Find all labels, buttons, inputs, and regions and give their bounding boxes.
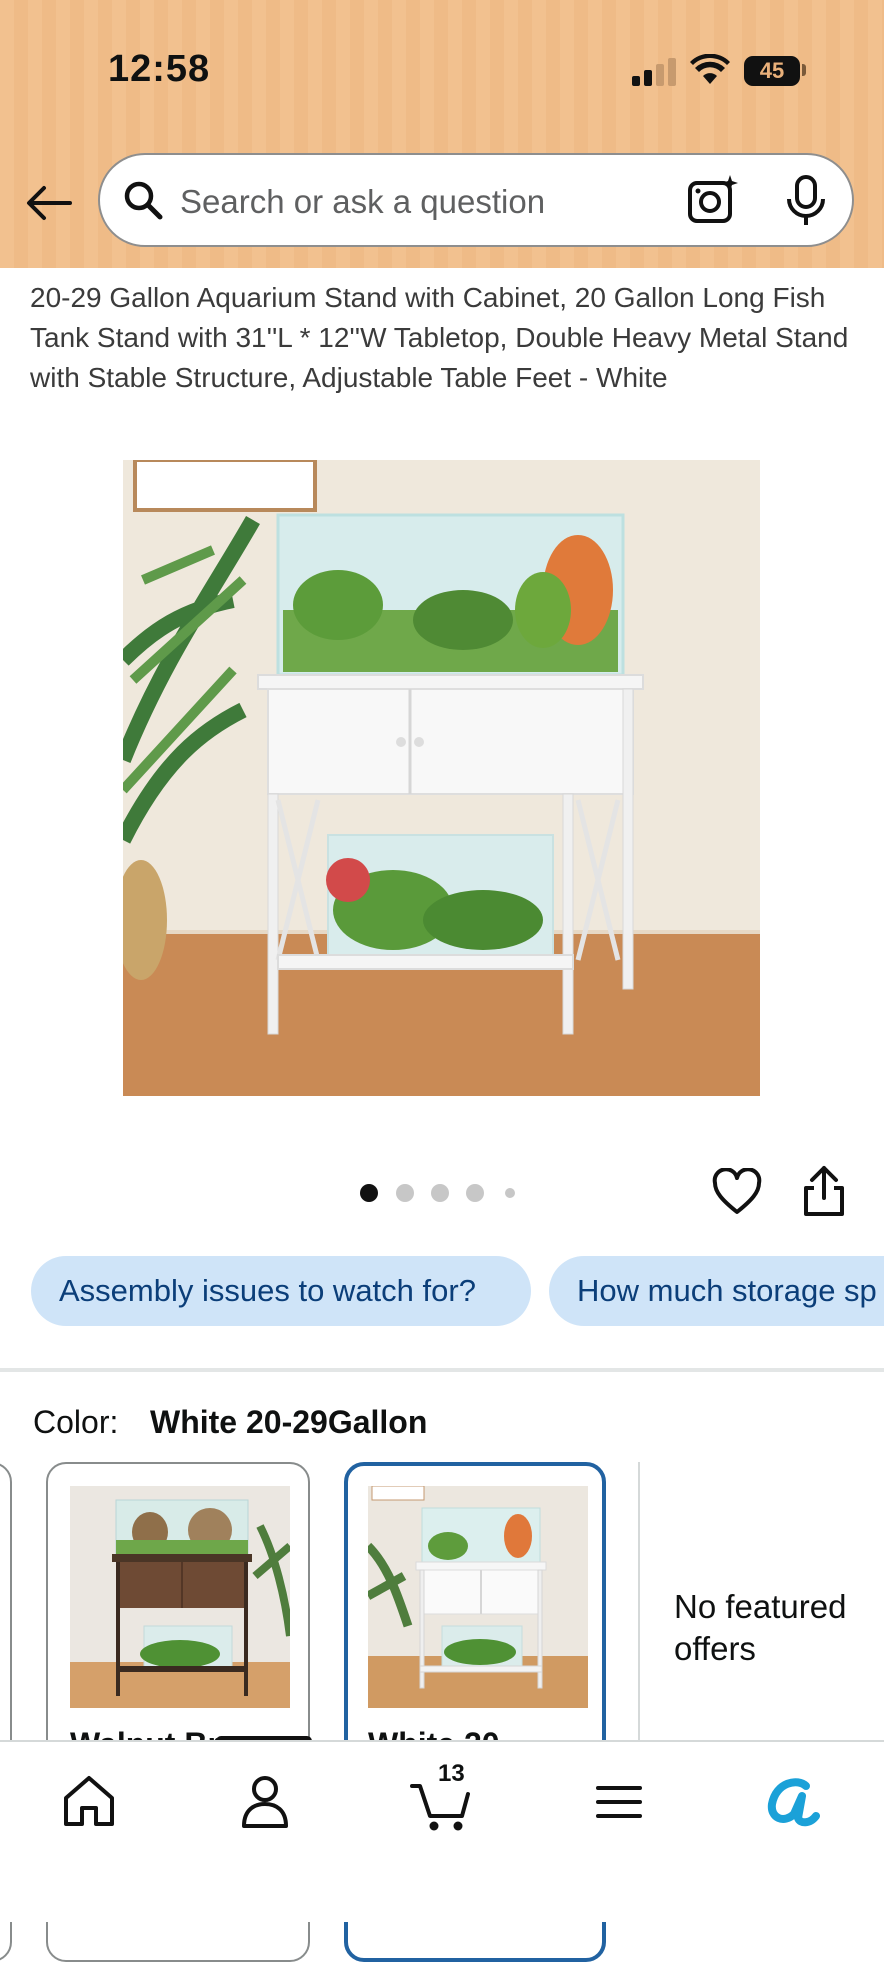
- suggested-questions: Assembly issues to watch for? How much s…: [0, 1256, 884, 1326]
- product-image[interactable]: [123, 460, 760, 1096]
- wifi-icon: [690, 54, 730, 84]
- search-bar[interactable]: [98, 153, 854, 247]
- carousel-dot[interactable]: [466, 1184, 484, 1202]
- share-icon[interactable]: [800, 1164, 848, 1218]
- camera-search-icon[interactable]: [686, 173, 740, 227]
- color-value: White 20-29Gallon: [150, 1404, 428, 1440]
- product-title[interactable]: 20-29 Gallon Aquarium Stand with Cabinet…: [30, 278, 860, 398]
- nav-home[interactable]: [54, 1766, 124, 1836]
- battery-nub: [802, 64, 806, 76]
- carousel-dot-active[interactable]: [360, 1184, 378, 1202]
- vertical-separator: [638, 1462, 640, 1742]
- microphone-icon[interactable]: [784, 173, 828, 227]
- back-arrow-icon[interactable]: [24, 178, 74, 228]
- app-header: 12:58 45: [0, 0, 884, 268]
- no-featured-offers: No featured offers: [674, 1588, 847, 1667]
- question-chip-assembly[interactable]: Assembly issues to watch for?: [31, 1256, 531, 1326]
- carousel-dot[interactable]: [396, 1184, 414, 1202]
- carousel-dot[interactable]: [505, 1188, 515, 1198]
- battery-icon: 45: [744, 56, 800, 86]
- color-label: Color:: [33, 1404, 119, 1440]
- nav-cart[interactable]: 13: [408, 1760, 478, 1836]
- nav-rufus[interactable]: [758, 1766, 828, 1836]
- nav-account[interactable]: [230, 1766, 300, 1836]
- search-input[interactable]: [178, 173, 652, 231]
- nav-menu[interactable]: [584, 1766, 654, 1836]
- home-icon: [64, 1776, 114, 1826]
- heart-icon[interactable]: [712, 1168, 762, 1218]
- rufus-icon: [767, 1778, 820, 1827]
- bottom-navigation: 13: [0, 1740, 884, 1922]
- section-divider: [0, 1368, 884, 1372]
- account-icon: [242, 1776, 288, 1828]
- search-icon: [124, 181, 163, 220]
- question-chip-storage[interactable]: How much storage sp: [549, 1256, 884, 1326]
- cellular-signal-icon: [632, 58, 676, 86]
- status-time: 12:58: [108, 48, 211, 90]
- swatch-image-walnut: [70, 1486, 290, 1708]
- menu-icon: [596, 1786, 642, 1818]
- carousel-dot[interactable]: [431, 1184, 449, 1202]
- swatch-image-white: [368, 1486, 588, 1708]
- cart-count-badge: 13: [438, 1760, 465, 1787]
